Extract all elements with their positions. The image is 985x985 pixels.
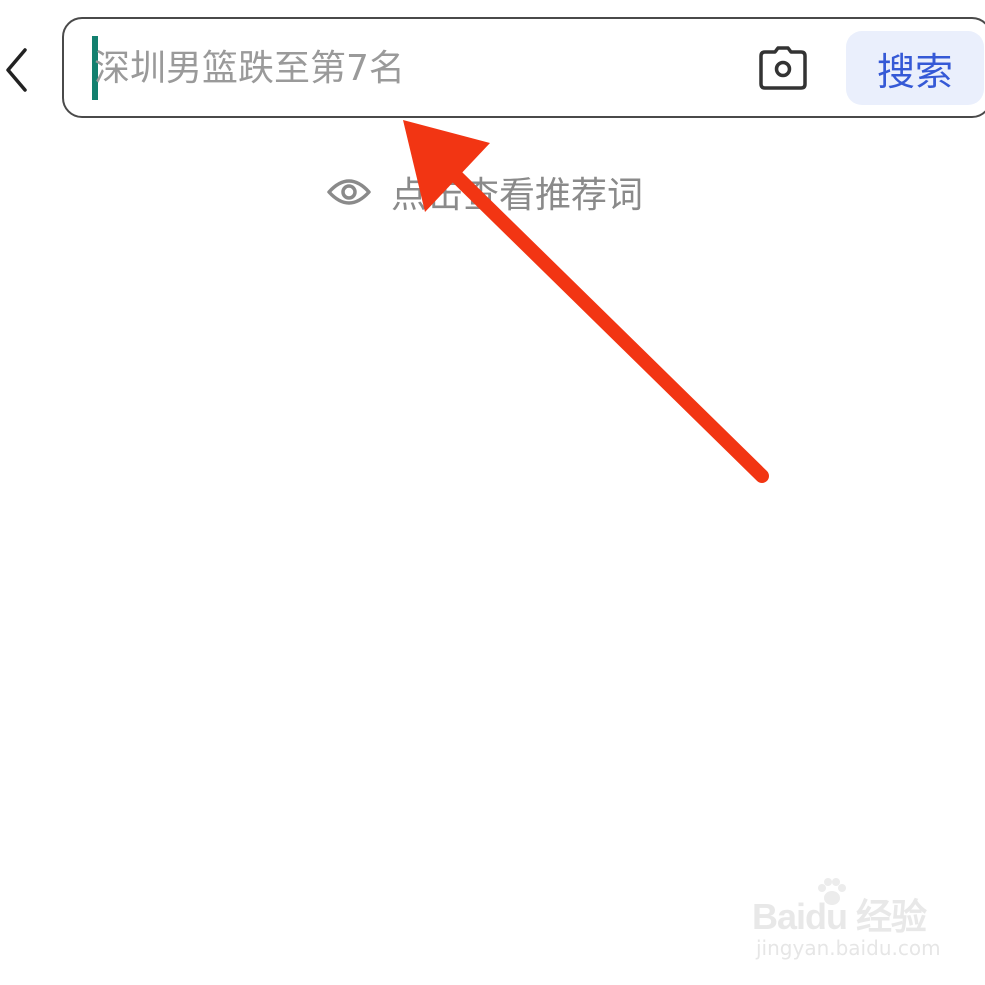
camera-icon <box>759 46 807 90</box>
annotation-arrow-icon <box>403 120 769 483</box>
recommend-words-toggle[interactable]: 点击查看推荐词 <box>327 160 643 224</box>
paw-icon <box>818 878 846 905</box>
chevron-left-icon <box>6 48 27 92</box>
search-bar[interactable]: 搜索 <box>62 17 985 118</box>
baidu-jingyan-watermark: Baidu 经验 jingyan.baidu.com <box>752 878 942 970</box>
search-input[interactable] <box>94 37 724 99</box>
eye-icon <box>327 175 373 209</box>
back-button[interactable] <box>0 42 34 98</box>
recommend-words-label: 点击查看推荐词 <box>391 175 644 216</box>
search-button[interactable]: 搜索 <box>846 31 984 105</box>
camera-button[interactable] <box>758 43 808 93</box>
watermark-url: jingyan.baidu.com <box>756 936 941 960</box>
